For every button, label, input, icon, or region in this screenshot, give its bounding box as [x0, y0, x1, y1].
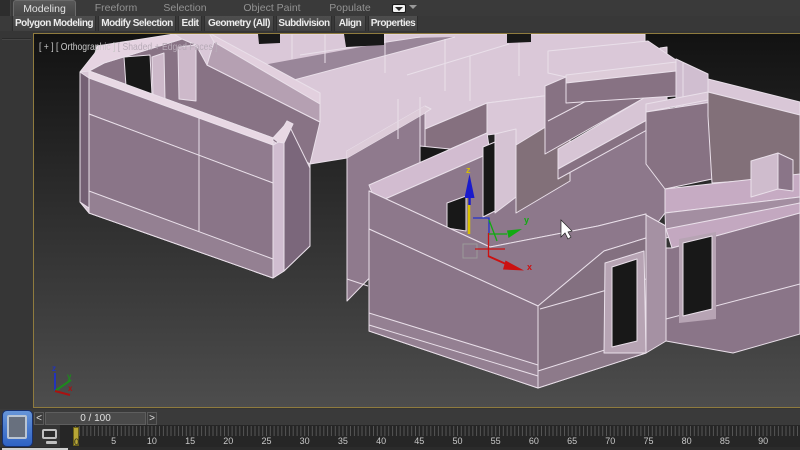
svg-text:x: x — [68, 384, 73, 393]
svg-text:y: y — [524, 215, 529, 225]
svg-text:z: z — [52, 364, 56, 373]
svg-text:z: z — [466, 165, 471, 175]
svg-text:x: x — [527, 262, 532, 272]
svg-text:y: y — [67, 372, 72, 381]
